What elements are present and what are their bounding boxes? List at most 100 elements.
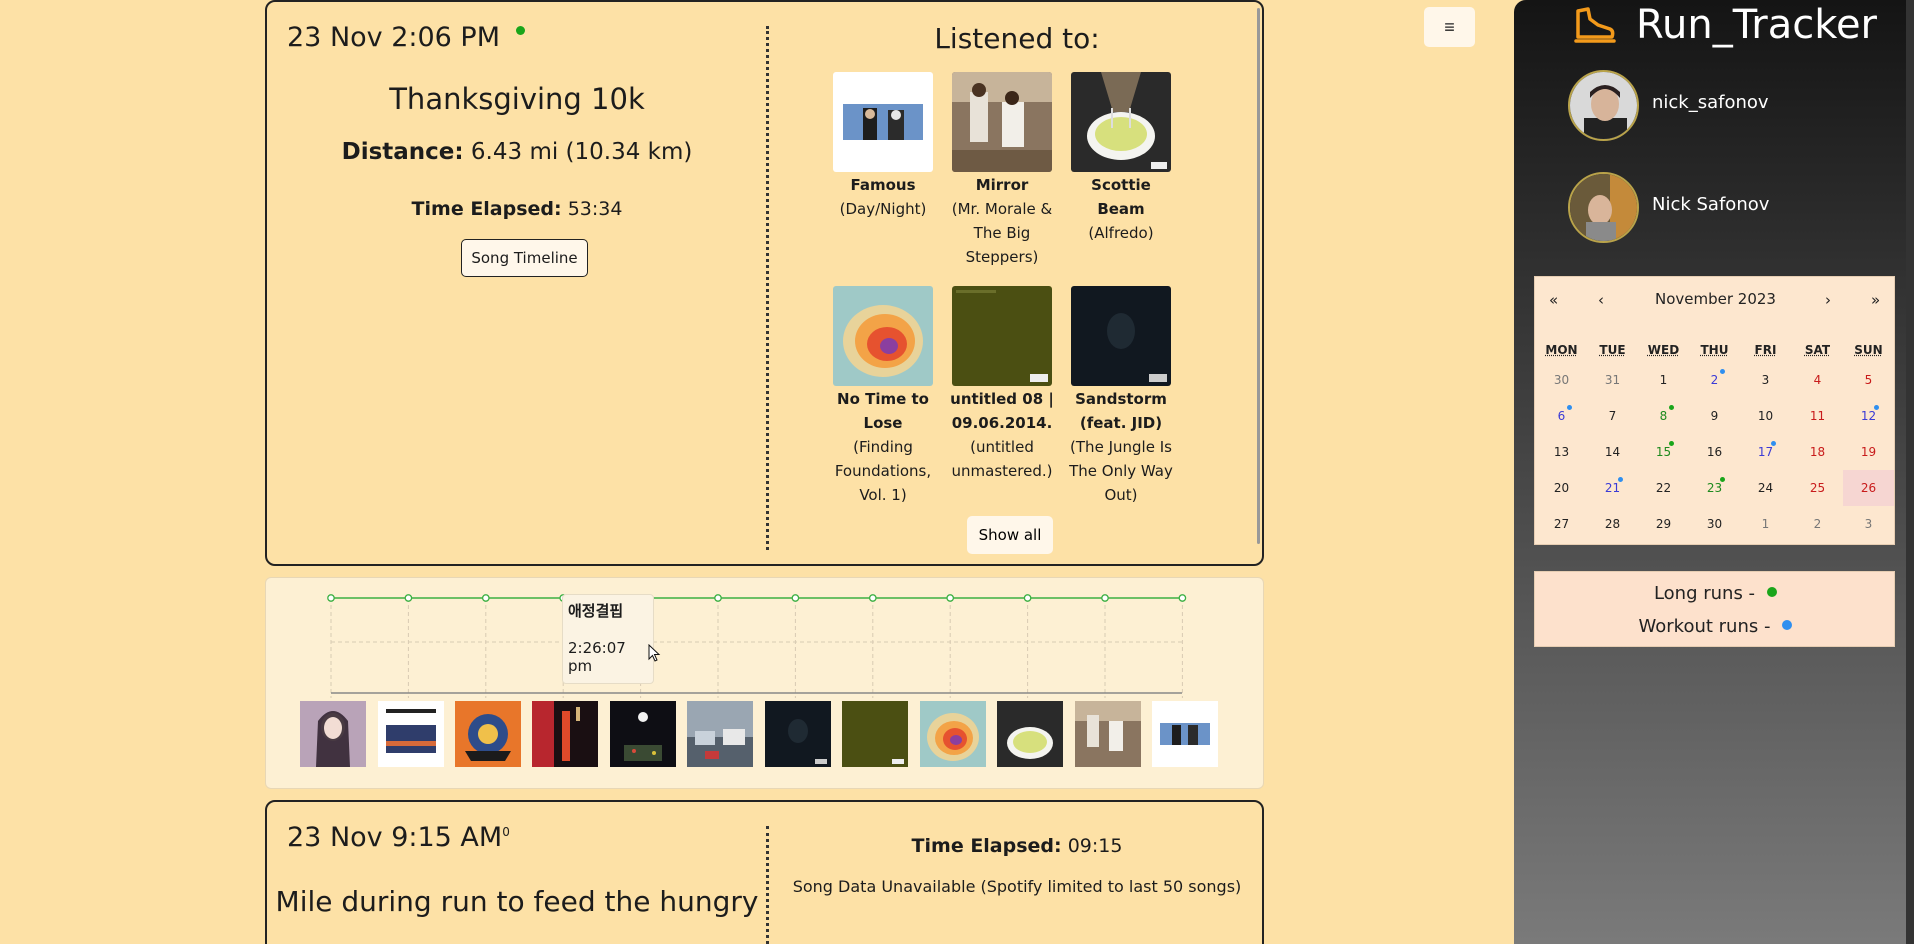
calendar-day[interactable]: 29 [1638, 506, 1689, 542]
timeline-point[interactable] [791, 594, 800, 602]
tooltip-song-title: 애정결핍 [568, 602, 624, 620]
calendar-day[interactable]: 19 [1843, 434, 1894, 470]
calendar-day[interactable]: 2 [1689, 362, 1740, 398]
calendar-month-title[interactable]: November 2023 [1535, 290, 1896, 308]
timeline-point[interactable] [946, 594, 955, 602]
timeline-point[interactable] [404, 594, 413, 602]
run-time-elapsed: Time Elapsed: 53:34 [267, 198, 767, 220]
timeline-point[interactable] [327, 594, 335, 602]
calendar-day[interactable]: 3 [1843, 506, 1894, 542]
calendar-day[interactable]: 25 [1792, 470, 1843, 506]
calendar-day[interactable]: 20 [1536, 470, 1587, 506]
song-item[interactable]: No Time to Lose (Finding Foundations, Vo… [828, 286, 938, 507]
timeline-point[interactable] [714, 594, 722, 602]
calendar-day-number: 30 [1553, 373, 1570, 387]
timeline-point[interactable] [481, 594, 490, 602]
timeline-album-thumb[interactable] [1152, 701, 1218, 767]
calendar-weekday: FRI [1754, 343, 1777, 357]
timeline-album-thumb[interactable] [687, 701, 753, 767]
calendar-day[interactable]: 1 [1740, 506, 1791, 542]
song-item[interactable]: Mirror (Mr. Morale & The Big Steppers) [947, 72, 1057, 269]
calendar-weekday: TUE [1599, 343, 1626, 357]
user-item[interactable]: Nick Safonov [1568, 172, 1868, 246]
calendar-day[interactable]: 3 [1740, 362, 1791, 398]
calendar-day-number: 23 [1706, 481, 1723, 495]
calendar-day[interactable]: 8 [1638, 398, 1689, 434]
run-date-text: 23 Nov 2:06 PM [287, 22, 501, 53]
calendar-day-number: 15 [1655, 445, 1672, 459]
calendar-day[interactable]: 17 [1740, 434, 1791, 470]
timeline-album-thumb[interactable] [532, 701, 598, 767]
calendar-day[interactable]: 4 [1792, 362, 1843, 398]
workout-run-marker [1567, 405, 1572, 410]
run-date-superscript: 0 [502, 825, 510, 839]
calendar-day[interactable]: 14 [1587, 434, 1638, 470]
album-art [952, 72, 1052, 172]
timeline-album-thumb[interactable] [610, 701, 676, 767]
legend-long-runs-label: Long runs - [1653, 583, 1756, 604]
legend-long-runs: Long runs - [1535, 583, 1896, 604]
calendar-day[interactable]: 22 [1638, 470, 1689, 506]
show-all-button[interactable]: Show all [967, 516, 1053, 554]
calendar-day[interactable]: 13 [1536, 434, 1587, 470]
timeline-album-thumb[interactable] [997, 701, 1063, 767]
calendar-day[interactable]: 15 [1638, 434, 1689, 470]
calendar-day-number: 22 [1655, 481, 1672, 495]
song-name: untitled 08 | 09.06.2014. [950, 390, 1054, 432]
menu-toggle-button[interactable]: ≡ [1424, 7, 1475, 47]
calendar-day[interactable]: 7 [1587, 398, 1638, 434]
calendar-day-number: 10 [1757, 409, 1774, 423]
calendar-day[interactable]: 31 [1587, 362, 1638, 398]
timeline-album-thumb[interactable] [378, 701, 444, 767]
calendar-day[interactable]: 24 [1740, 470, 1791, 506]
elapsed-value: 09:15 [1067, 835, 1123, 857]
calendar-day[interactable]: 27 [1536, 506, 1587, 542]
calendar-day[interactable]: 2 [1792, 506, 1843, 542]
song-item[interactable]: untitled 08 | 09.06.2014. (untitled unma… [947, 286, 1057, 483]
calendar-day[interactable]: 1 [1638, 362, 1689, 398]
timeline-point[interactable] [1023, 594, 1032, 602]
sidebar-scrollbar[interactable] [1906, 0, 1914, 944]
timeline-album-thumb[interactable] [842, 701, 908, 767]
calendar-day[interactable]: 16 [1689, 434, 1740, 470]
calendar-day[interactable]: 10 [1740, 398, 1791, 434]
user-item[interactable]: nick_safonov [1568, 70, 1868, 144]
calendar-next-year-button[interactable]: » [1871, 291, 1880, 309]
calendar-day-number: 18 [1809, 445, 1826, 459]
calendar-day[interactable]: 30 [1689, 506, 1740, 542]
timeline-album-thumb[interactable] [1075, 701, 1141, 767]
timeline-album-thumb[interactable] [300, 701, 366, 767]
calendar-day-number: 9 [1710, 409, 1719, 423]
song-album: (Finding Foundations, Vol. 1) [834, 438, 932, 504]
calendar-day[interactable]: 11 [1792, 398, 1843, 434]
timeline-album-thumb[interactable] [455, 701, 521, 767]
calendar-day[interactable]: 23 [1689, 470, 1740, 506]
calendar-next-month-button[interactable]: › [1825, 291, 1831, 309]
running-shoe-icon [1574, 7, 1616, 43]
calendar-day-number: 14 [1604, 445, 1621, 459]
calendar-day[interactable]: 12 [1843, 398, 1894, 434]
calendar-day-number: 3 [1761, 373, 1770, 387]
calendar-day[interactable]: 5 [1843, 362, 1894, 398]
timeline-album-thumb[interactable] [920, 701, 986, 767]
timeline-album-thumb[interactable] [765, 701, 831, 767]
timeline-point[interactable] [1101, 594, 1109, 602]
song-item[interactable]: Famous (Day/Night) [828, 72, 938, 221]
calendar-day[interactable]: 9 [1689, 398, 1740, 434]
song-item[interactable]: Scottie Beam (Alfredo) [1066, 72, 1176, 245]
calendar-day[interactable]: 18 [1792, 434, 1843, 470]
song-item[interactable]: Sandstorm (feat. JID) (The Jungle Is The… [1066, 286, 1176, 507]
card-divider [766, 826, 769, 944]
timeline-point[interactable] [1178, 594, 1187, 602]
calendar-day[interactable]: 28 [1587, 506, 1638, 542]
calendar-day[interactable]: 30 [1536, 362, 1587, 398]
listened-to-panel: Listened to: Famous (Day/Night) Mirror (… [770, 2, 1264, 564]
timeline-point[interactable] [868, 594, 877, 602]
song-timeline-button[interactable]: Song Timeline [461, 239, 588, 277]
calendar-day[interactable]: 21 [1587, 470, 1638, 506]
calendar-day[interactable]: 6 [1536, 398, 1587, 434]
calendar-weekday: THU [1700, 343, 1729, 357]
calendar-day[interactable]: 26 [1843, 470, 1894, 506]
card-scrollbar[interactable] [1257, 8, 1260, 544]
album-art [952, 286, 1052, 386]
